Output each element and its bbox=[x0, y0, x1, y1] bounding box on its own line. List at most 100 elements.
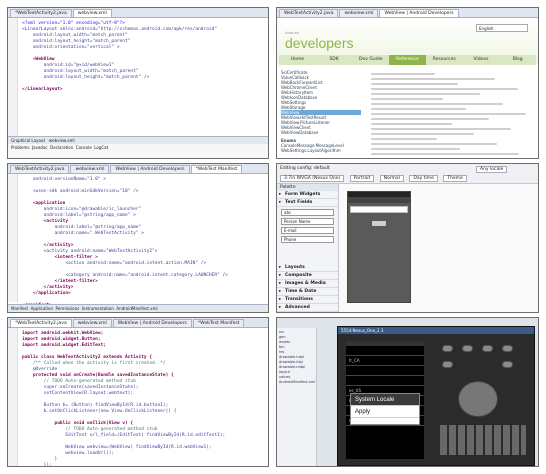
palette-text-field[interactable]: E-mail bbox=[281, 227, 334, 234]
tab-java[interactable]: WebTextActivity2.java bbox=[10, 165, 70, 173]
editor-tab-bar: WebTextActivity2.java webview.xml WebVie… bbox=[8, 164, 268, 174]
tab-xml-source[interactable]: webview.xml bbox=[49, 138, 75, 143]
tab-manifest-xml[interactable]: AndroidManifest.xml bbox=[116, 306, 157, 311]
code-editor[interactable]: import android.webkit.WebView; import and… bbox=[8, 328, 268, 466]
hardware-controls bbox=[438, 341, 528, 459]
tab-application[interactable]: Application bbox=[31, 306, 53, 311]
docs-text-line bbox=[371, 73, 436, 75]
home-key[interactable] bbox=[442, 345, 453, 352]
locale-select[interactable]: Any locale bbox=[476, 166, 508, 173]
menu-key[interactable] bbox=[462, 345, 473, 352]
config-toolbar: Editing config: default Any locale 3.7in… bbox=[277, 164, 538, 184]
palette-section[interactable]: Time & Date bbox=[277, 288, 338, 296]
tab-xml[interactable]: webview.xml bbox=[339, 9, 379, 17]
code-line: <uses-sdk android:minSdkVersion="10" /> bbox=[22, 189, 139, 194]
palette-section[interactable]: Advanced bbox=[277, 304, 338, 312]
locale-row[interactable] bbox=[346, 376, 424, 386]
tree-item[interactable]: AndroidManifest.xml bbox=[279, 380, 315, 385]
app-title-bar bbox=[348, 197, 410, 203]
docs-sidebar-item[interactable]: WebSettings.LayoutAlgorithm bbox=[281, 148, 361, 153]
palette-sections: LayoutsCompositeImages & MediaTime & Dat… bbox=[277, 264, 338, 313]
docs-text-line bbox=[371, 103, 504, 105]
code-line: </application> bbox=[22, 291, 71, 296]
nav-resources[interactable]: Resources bbox=[426, 55, 463, 65]
layout-canvas[interactable] bbox=[339, 184, 538, 312]
emulator-screen[interactable]: fr_CAes_USko_KRes_ES System Locale Apply bbox=[346, 341, 424, 459]
panel-emulator: src gen assets bin res drawable-hdpi drawable-… bbox=[276, 317, 539, 467]
tab-docs[interactable]: WebView | Android Developers bbox=[379, 9, 459, 17]
url-edittext[interactable] bbox=[350, 206, 408, 213]
code-editor[interactable]: <?xml version="1.0" encoding="utf-8"?> <L… bbox=[8, 18, 268, 136]
tab-java[interactable]: WebTextActivity2.java bbox=[279, 9, 339, 17]
tab-instrumentation[interactable]: Instrumentation bbox=[82, 306, 114, 311]
developers-logo[interactable]: Android developers bbox=[285, 30, 354, 51]
text-field-list: abcPerson NameE-mailPhonePostal AddressM… bbox=[277, 209, 338, 243]
tab-graphical-layout[interactable]: Graphical Layout bbox=[11, 138, 45, 143]
emulator-window[interactable]: 5554:Nexus_One_2.3 fr_CAes_USko_KRes_ES … bbox=[337, 326, 535, 466]
editor-tab-bar: *WebTextActivity2.java webview.xml WebVi… bbox=[8, 318, 268, 328]
tab-declaration[interactable]: Declaration bbox=[50, 145, 73, 150]
palette-text-field[interactable]: Person Name bbox=[281, 218, 334, 225]
code-line: android:versionName="1.0" > bbox=[22, 177, 106, 182]
time-select[interactable]: Day time bbox=[409, 175, 438, 182]
locale-row[interactable]: fr_CA bbox=[346, 356, 424, 366]
tab-webview-xml[interactable]: webview.xml bbox=[72, 9, 112, 17]
nav-videos[interactable]: Videos bbox=[463, 55, 500, 65]
palette-section[interactable]: Transitions bbox=[277, 296, 338, 304]
language-select[interactable]: English bbox=[476, 24, 528, 32]
tab-docs[interactable]: WebView | Android Developers bbox=[110, 165, 190, 173]
nav-sdk[interactable]: SDK bbox=[316, 55, 353, 65]
nav-home[interactable]: Home bbox=[279, 55, 316, 65]
device-select[interactable]: 3.7in WVGA (Nexus One) bbox=[280, 175, 345, 182]
docs-text-line bbox=[371, 118, 489, 120]
tab-problems[interactable]: Problems bbox=[11, 145, 29, 150]
dpad[interactable] bbox=[458, 381, 498, 417]
palette-section[interactable]: Images & Media bbox=[277, 280, 338, 288]
call-key[interactable] bbox=[442, 361, 453, 368]
line-gutter bbox=[8, 174, 18, 302]
locale-row[interactable] bbox=[346, 366, 424, 376]
nav-reference[interactable]: Reference bbox=[389, 55, 426, 65]
palette-text-field[interactable]: Phone bbox=[281, 236, 334, 243]
palette-section[interactable]: Custom & Library Views bbox=[277, 312, 338, 313]
docs-text-line bbox=[371, 123, 452, 125]
menu-system-locale[interactable]: System Locale bbox=[351, 394, 419, 406]
mode-select[interactable]: Normal bbox=[379, 175, 404, 182]
end-call-key[interactable] bbox=[502, 361, 513, 368]
config-title: Editing config: default bbox=[280, 166, 330, 171]
tab-manifest[interactable]: *WebTest Manifest bbox=[190, 165, 243, 173]
hardware-keyboard[interactable] bbox=[440, 425, 526, 455]
search-key[interactable] bbox=[502, 345, 513, 352]
palette-form-widgets[interactable]: Form Widgets bbox=[277, 191, 338, 199]
menu-apply[interactable]: Apply bbox=[351, 406, 419, 418]
palette-section[interactable]: Composite bbox=[277, 272, 338, 280]
tab-manifest-overview[interactable]: Manifest bbox=[11, 306, 28, 311]
orientation-select[interactable]: Portrait bbox=[349, 175, 375, 182]
tab-xml[interactable]: webview.xml bbox=[70, 165, 110, 173]
back-key[interactable] bbox=[482, 345, 493, 352]
tab-javadoc[interactable]: Javadoc bbox=[32, 145, 48, 150]
nav-dev-guide[interactable]: Dev Guide bbox=[352, 55, 389, 65]
theme-select[interactable]: Theme bbox=[443, 175, 467, 182]
palette-text-field[interactable]: abc bbox=[281, 209, 334, 216]
code-line: </LinearLayout> bbox=[22, 87, 63, 92]
docs-sidebar-item[interactable]: WebViewDatabase bbox=[281, 130, 361, 135]
tab-manifest[interactable]: *WebTest Manifest bbox=[192, 319, 245, 327]
tab-webtextactivity2[interactable]: *WebTextActivity2.java bbox=[10, 9, 72, 17]
palette-text-fields[interactable]: Text Fields bbox=[277, 199, 338, 207]
tab-console[interactable]: Console bbox=[76, 145, 92, 150]
code-editor[interactable]: android:versionName="1.0" > <uses-sdk an… bbox=[8, 174, 268, 308]
tab-java[interactable]: *WebTextActivity2.java bbox=[10, 319, 72, 327]
go-button[interactable] bbox=[372, 221, 386, 226]
locale-row[interactable] bbox=[346, 346, 424, 356]
docs-text-line bbox=[371, 98, 444, 100]
tab-docs[interactable]: WebView | Android Developers bbox=[112, 319, 192, 327]
device-preview[interactable] bbox=[347, 191, 411, 303]
panel-graphical-layout: Editing config: default Any locale 3.7in… bbox=[276, 163, 539, 313]
palette-section[interactable]: Layouts bbox=[277, 264, 338, 272]
locale-menu: System Locale Apply bbox=[350, 393, 420, 425]
nav-blog[interactable]: Blog bbox=[499, 55, 536, 65]
tab-permissions[interactable]: Permissions bbox=[56, 306, 80, 311]
tab-logcat[interactable]: LogCat bbox=[94, 145, 108, 150]
tab-xml[interactable]: webview.xml bbox=[72, 319, 112, 327]
